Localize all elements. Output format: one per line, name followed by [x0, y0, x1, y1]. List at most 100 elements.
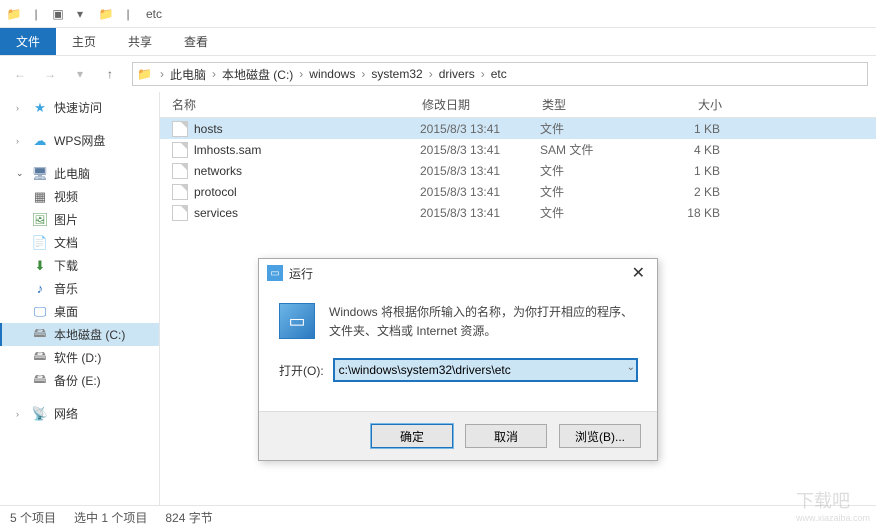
dialog-button-row: 确定 取消 浏览(B)... [259, 411, 657, 460]
recent-locations-dropdown[interactable]: ▾ [68, 62, 92, 86]
sidebar-item-label: 此电脑 [54, 165, 90, 182]
back-button[interactable]: ← [8, 62, 32, 86]
up-button[interactable]: ↑ [98, 62, 122, 86]
file-date: 2015/8/3 13:41 [420, 206, 540, 220]
address-bar[interactable]: 📁 › 此电脑› 本地磁盘 (C:)› windows› system32› d… [132, 62, 868, 86]
chevron-right-icon[interactable]: › [210, 67, 218, 81]
sidebar-item-music[interactable]: ♪音乐 [0, 277, 159, 300]
sidebar-item-videos[interactable]: ▦视频 [0, 185, 159, 208]
download-icon: ⬇ [32, 258, 48, 274]
sidebar-item-pictures[interactable]: 🖼图片 [0, 208, 159, 231]
properties-icon[interactable]: ▣ [48, 4, 68, 24]
sidebar-item-label: 备份 (E:) [54, 372, 101, 389]
file-row-protocol[interactable]: protocol 2015/8/3 13:41 文件 2 KB [160, 181, 876, 202]
network-icon: 📡 [32, 406, 48, 422]
sidebar-item-drive-d[interactable]: 🖴软件 (D:) [0, 346, 159, 369]
run-dialog: ▭ 运行 ✕ ▭ Windows 将根据你所输入的名称，为你打开相应的程序、文件… [258, 258, 658, 461]
sidebar-item-quick-access[interactable]: ›★快速访问 [0, 96, 159, 119]
file-size: 18 KB [640, 206, 720, 220]
run-app-icon: ▭ [279, 303, 315, 339]
dropdown-icon[interactable]: ⌄ [627, 362, 635, 373]
qat-dropdown-icon[interactable]: ▾ [70, 4, 90, 24]
file-date: 2015/8/3 13:41 [420, 122, 540, 136]
dialog-titlebar[interactable]: ▭ 运行 ✕ [259, 259, 657, 287]
folder-small-icon: 📁 [4, 4, 24, 24]
crumb-system32[interactable]: system32 [367, 67, 426, 81]
sidebar-item-downloads[interactable]: ⬇下载 [0, 254, 159, 277]
file-type: 文件 [540, 183, 640, 200]
file-row-networks[interactable]: networks 2015/8/3 13:41 文件 1 KB [160, 160, 876, 181]
file-row-hosts[interactable]: hosts 2015/8/3 13:41 文件 1 KB [160, 118, 876, 139]
sidebar-item-label: 图片 [54, 211, 78, 228]
dialog-description: Windows 将根据你所输入的名称，为你打开相应的程序、文件夹、文档或 Int… [329, 303, 637, 341]
column-header-date[interactable]: 修改日期 [422, 96, 542, 113]
cancel-button[interactable]: 取消 [465, 424, 547, 448]
quick-access-toolbar: 📁 | ▣ ▾ 📁 | [4, 4, 138, 24]
forward-button[interactable]: → [38, 62, 62, 86]
sidebar-item-label: 文档 [54, 234, 78, 251]
tab-home[interactable]: 主页 [56, 28, 112, 55]
navigation-bar: ← → ▾ ↑ 📁 › 此电脑› 本地磁盘 (C:)› windows› sys… [0, 56, 876, 92]
column-header-type[interactable]: 类型 [542, 96, 642, 113]
crumb-drivers[interactable]: drivers [435, 67, 479, 81]
sidebar-item-this-pc[interactable]: ⌄ 🖥 此电脑 [0, 162, 159, 185]
sidebar-item-label: 软件 (D:) [54, 349, 101, 366]
chevron-right-icon[interactable]: › [427, 67, 435, 81]
window-titlebar: 📁 | ▣ ▾ 📁 | etc [0, 0, 876, 28]
file-type: 文件 [540, 120, 640, 137]
open-combobox[interactable]: ⌄ [334, 359, 637, 381]
file-type: 文件 [540, 162, 640, 179]
file-name: protocol [194, 185, 420, 199]
tab-view[interactable]: 查看 [168, 28, 224, 55]
monitor-icon: 🖥 [32, 166, 48, 182]
sidebar-item-label: WPS网盘 [54, 132, 105, 149]
sidebar-item-desktop[interactable]: 🖵 桌面 [0, 300, 159, 323]
sidebar-item-documents[interactable]: 📄 文档 [0, 231, 159, 254]
crumb-etc[interactable]: etc [487, 67, 511, 81]
crumb-drive-c[interactable]: 本地磁盘 (C:) [218, 66, 297, 83]
chevron-right-icon[interactable]: › [16, 409, 26, 419]
address-dropdown-icon[interactable]: › [158, 67, 166, 81]
file-row-services[interactable]: services 2015/8/3 13:41 文件 18 KB [160, 202, 876, 223]
ribbon-tabs: 文件 主页 共享 查看 [0, 28, 876, 56]
chevron-right-icon[interactable]: › [16, 103, 26, 113]
column-header-size[interactable]: 大小 [642, 96, 722, 113]
file-name: services [194, 206, 420, 220]
sidebar-item-drive-e[interactable]: 🖴备份 (E:) [0, 369, 159, 392]
crumb-windows[interactable]: windows [305, 67, 359, 81]
chevron-right-icon[interactable]: › [297, 67, 305, 81]
column-header-name[interactable]: 名称 [172, 96, 422, 113]
qat-separator2: | [118, 4, 138, 24]
file-icon [172, 163, 188, 179]
chevron-right-icon[interactable]: › [479, 67, 487, 81]
chevron-down-icon[interactable]: ⌄ [16, 168, 26, 179]
crumb-this-pc[interactable]: 此电脑 [166, 66, 210, 83]
desktop-icon: 🖵 [32, 304, 48, 320]
tab-share[interactable]: 共享 [112, 28, 168, 55]
music-icon: ♪ [32, 281, 48, 297]
open-label: 打开(O): [279, 362, 324, 379]
address-folder-icon: 📁 [137, 67, 152, 81]
ok-button[interactable]: 确定 [371, 424, 453, 448]
open-input[interactable] [334, 359, 637, 381]
document-icon: 📄 [32, 235, 48, 251]
status-bytes: 824 字节 [165, 509, 212, 526]
sidebar-item-network[interactable]: ›📡网络 [0, 402, 159, 425]
sidebar-item-wps[interactable]: › ☁ WPS网盘 [0, 129, 159, 152]
sidebar-item-drive-c[interactable]: 🖴本地磁盘 (C:) [0, 323, 159, 346]
file-icon [172, 121, 188, 137]
file-name: lmhosts.sam [194, 143, 420, 157]
window-title: etc [146, 7, 162, 21]
file-icon [172, 205, 188, 221]
column-headers: 名称 修改日期 类型 大小 [160, 92, 876, 118]
chevron-right-icon[interactable]: › [16, 136, 26, 146]
browse-button[interactable]: 浏览(B)... [559, 424, 641, 448]
sidebar-item-label: 桌面 [54, 303, 78, 320]
tab-file[interactable]: 文件 [0, 28, 56, 55]
chevron-right-icon[interactable]: › [359, 67, 367, 81]
close-button[interactable]: ✕ [628, 263, 649, 283]
file-row-lmhosts[interactable]: lmhosts.sam 2015/8/3 13:41 SAM 文件 4 KB [160, 139, 876, 160]
sidebar-item-label: 视频 [54, 188, 78, 205]
cloud-icon: ☁ [32, 133, 48, 149]
file-size: 1 KB [640, 164, 720, 178]
